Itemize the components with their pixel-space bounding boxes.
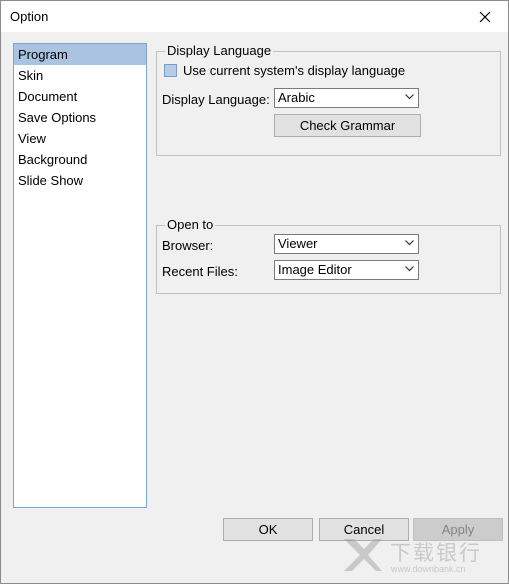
option-dialog: Option Program Skin Document Save Option… [0,0,509,584]
check-grammar-button[interactable]: Check Grammar [274,114,421,137]
recent-files-select[interactable]: Image Editor [274,260,419,280]
sidebar-item-save-options[interactable]: Save Options [14,107,146,128]
chevron-down-icon [405,94,414,103]
sidebar-item-view[interactable]: View [14,128,146,149]
watermark-brand: 下载银行 [390,541,482,565]
category-list[interactable]: Program Skin Document Save Options View … [13,43,147,508]
display-language-label: Display Language: [162,92,270,107]
close-icon [479,11,491,22]
close-button[interactable] [462,1,508,32]
use-system-language-label: Use current system's display language [183,63,406,78]
chevron-down-icon [405,266,414,275]
sidebar-item-document[interactable]: Document [14,86,146,107]
chevron-down-icon [405,240,414,249]
open-to-group-title: Open to [165,217,216,232]
sidebar-item-background[interactable]: Background [14,149,146,170]
use-system-language-checkbox[interactable] [164,64,177,77]
downbank-logo-icon [344,539,382,571]
sidebar-item-slide-show[interactable]: Slide Show [14,170,146,191]
display-language-select[interactable]: Arabic [274,88,419,108]
recent-files-label: Recent Files: [162,264,238,279]
browser-label: Browser: [162,238,214,253]
display-language-group-title: Display Language [165,43,274,58]
sidebar-item-program[interactable]: Program [14,44,146,65]
window-title: Option [10,9,49,24]
watermark-url: www.downbank.cn [391,564,466,574]
browser-select[interactable]: Viewer [274,234,419,254]
sidebar-item-skin[interactable]: Skin [14,65,146,86]
title-bar: Option [1,1,508,32]
recent-files-value: Image Editor [278,262,352,277]
display-language-value: Arabic [278,90,315,105]
watermark: 下载银行 www.downbank.cn [338,533,498,579]
ok-button[interactable]: OK [223,518,313,541]
browser-value: Viewer [278,236,318,251]
